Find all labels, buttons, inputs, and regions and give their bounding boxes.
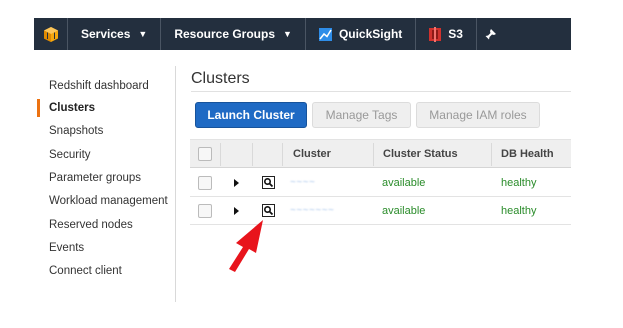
chevron-down-icon: ▼ <box>283 29 292 39</box>
select-all-checkbox[interactable] <box>198 147 212 161</box>
column-divider <box>220 143 221 166</box>
page-title: Clusters <box>191 70 250 87</box>
quicksight-label: QuickSight <box>338 27 403 41</box>
sidebar-item-redshift-dashboard[interactable]: Redshift dashboard <box>49 80 149 92</box>
expand-arrow-icon[interactable] <box>234 179 239 187</box>
pin-icon <box>485 28 496 39</box>
db-health: healthy <box>501 177 537 189</box>
column-header-db-health[interactable]: DB Health <box>501 148 554 160</box>
column-divider <box>373 143 374 166</box>
sidebar-item-clusters[interactable]: Clusters <box>49 102 95 114</box>
table-header: Cluster Cluster Status DB Health <box>190 139 571 168</box>
sidebar-item-parameter-groups[interactable]: Parameter groups <box>49 172 141 184</box>
s3-shortcut[interactable]: S3 <box>416 18 477 50</box>
pin-shortcuts-button[interactable] <box>477 18 504 50</box>
manage-tags-button[interactable]: Manage Tags <box>312 102 411 128</box>
db-health: healthy <box>501 205 537 217</box>
column-header-cluster-status[interactable]: Cluster Status <box>383 148 458 160</box>
s3-bucket-icon <box>429 26 442 42</box>
quicksight-icon <box>318 27 332 41</box>
cluster-status: available <box>382 205 426 217</box>
resource-groups-menu[interactable]: Resource Groups ▼ <box>161 18 306 50</box>
table-row[interactable]: ~~~~ available healthy <box>190 169 571 197</box>
services-label: Services <box>81 27 131 41</box>
quicksight-shortcut[interactable]: QuickSight <box>306 18 417 50</box>
column-divider <box>282 143 283 166</box>
sidebar-item-security[interactable]: Security <box>49 149 91 161</box>
manage-iam-roles-button[interactable]: Manage IAM roles <box>416 102 540 128</box>
column-header-cluster[interactable]: Cluster <box>293 148 331 160</box>
divider <box>191 91 571 92</box>
cluster-status: available <box>382 177 426 189</box>
column-divider <box>252 143 253 166</box>
launch-cluster-button[interactable]: Launch Cluster <box>195 102 307 128</box>
expand-arrow-icon[interactable] <box>234 207 239 215</box>
resource-groups-label: Resource Groups <box>174 27 276 41</box>
sidebar-item-snapshots[interactable]: Snapshots <box>49 125 103 137</box>
annotation-arrow-icon <box>229 220 263 272</box>
row-checkbox[interactable] <box>198 176 212 190</box>
cube-icon <box>43 26 58 42</box>
column-divider <box>491 143 492 166</box>
chevron-down-icon: ▼ <box>138 29 148 39</box>
aws-logo[interactable] <box>34 18 68 50</box>
row-checkbox[interactable] <box>198 204 212 218</box>
sidebar-item-reserved-nodes[interactable]: Reserved nodes <box>49 219 133 231</box>
cluster-name-link[interactable]: ~~~~~~~ <box>290 205 334 216</box>
sidebar-item-connect-client[interactable]: Connect client <box>49 265 122 277</box>
magnifier-icon[interactable] <box>262 176 275 189</box>
services-menu[interactable]: Services ▼ <box>68 18 162 50</box>
cluster-name-link[interactable]: ~~~~ <box>290 177 315 188</box>
sidebar: Redshift dashboard Clusters Snapshots Se… <box>34 66 176 302</box>
s3-label: S3 <box>448 27 463 41</box>
active-indicator <box>37 99 40 117</box>
sidebar-item-workload-management[interactable]: Workload management <box>49 195 168 207</box>
sidebar-item-events[interactable]: Events <box>49 242 84 254</box>
top-nav: Services ▼ Resource Groups ▼ QuickSight … <box>34 18 571 50</box>
